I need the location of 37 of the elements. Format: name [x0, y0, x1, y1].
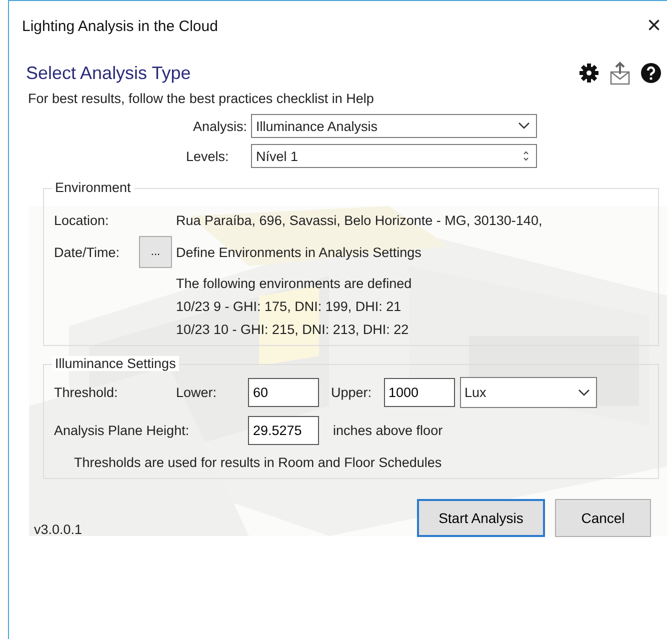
group-title: Illuminance Settings	[52, 356, 179, 371]
lower-input[interactable]: 60	[248, 378, 319, 407]
note-text: Thresholds are used for results in Room and Floor Schedules	[74, 455, 443, 470]
field-label: Levels:	[185, 148, 230, 164]
location-text: Rua Paraíba, 696, Savassi, Belo Horizonte - MG, 30130-140,	[176, 213, 544, 228]
levels-spinner[interactable]: Nível 1	[251, 144, 537, 168]
field-label: Threshold:	[54, 385, 119, 400]
close-button[interactable]: ×	[646, 14, 661, 38]
dialog-button[interactable]: Cancel	[555, 499, 651, 537]
settings-icon[interactable]	[579, 63, 599, 83]
upper-input[interactable]: 1000	[384, 378, 455, 407]
field-label: Analysis:	[192, 118, 247, 134]
unit-text: inches above floor	[333, 423, 443, 438]
chevron-icon	[518, 122, 530, 130]
mail-upload-icon[interactable]	[609, 61, 631, 85]
field-label: Date/Time:	[54, 244, 120, 260]
window-title: Lighting Analysis in the Cloud	[22, 18, 218, 34]
version-text: v3.0.0.1	[34, 522, 82, 537]
dialog-button[interactable]: Start Analysis	[417, 499, 545, 537]
unit-dropdown[interactable]: Lux	[460, 377, 597, 408]
define-environments-text: Define Environments in Analysis Settings	[176, 244, 422, 260]
environment-line: The following environments are defined	[176, 276, 413, 291]
help-icon[interactable]	[641, 63, 661, 83]
environment-line: 10/23 10 - GHI: 215, DNI: 213, DHI: 22	[176, 322, 410, 337]
field-label: Upper:	[331, 385, 372, 400]
hint-text: For best results, follow the best practices checklist in Help	[27, 90, 375, 106]
environment-line: 10/23 9 - GHI: 175, DNI: 199, DHI: 21	[176, 299, 402, 314]
analysis-dropdown[interactable]: Illuminance Analysis	[251, 114, 537, 138]
group-title: Environment	[52, 180, 134, 195]
chevron-icon	[578, 388, 590, 396]
height-input[interactable]: 29.5275	[248, 416, 319, 445]
field-label: Location:	[54, 213, 110, 228]
field-label: Analysis Plane Height:	[54, 423, 190, 438]
field-label: Lower:	[176, 385, 218, 400]
browse-button[interactable]: ...	[139, 236, 172, 268]
spinner-arrows-icon[interactable]	[522, 150, 530, 162]
section-heading: Select Analysis Type	[26, 62, 191, 84]
